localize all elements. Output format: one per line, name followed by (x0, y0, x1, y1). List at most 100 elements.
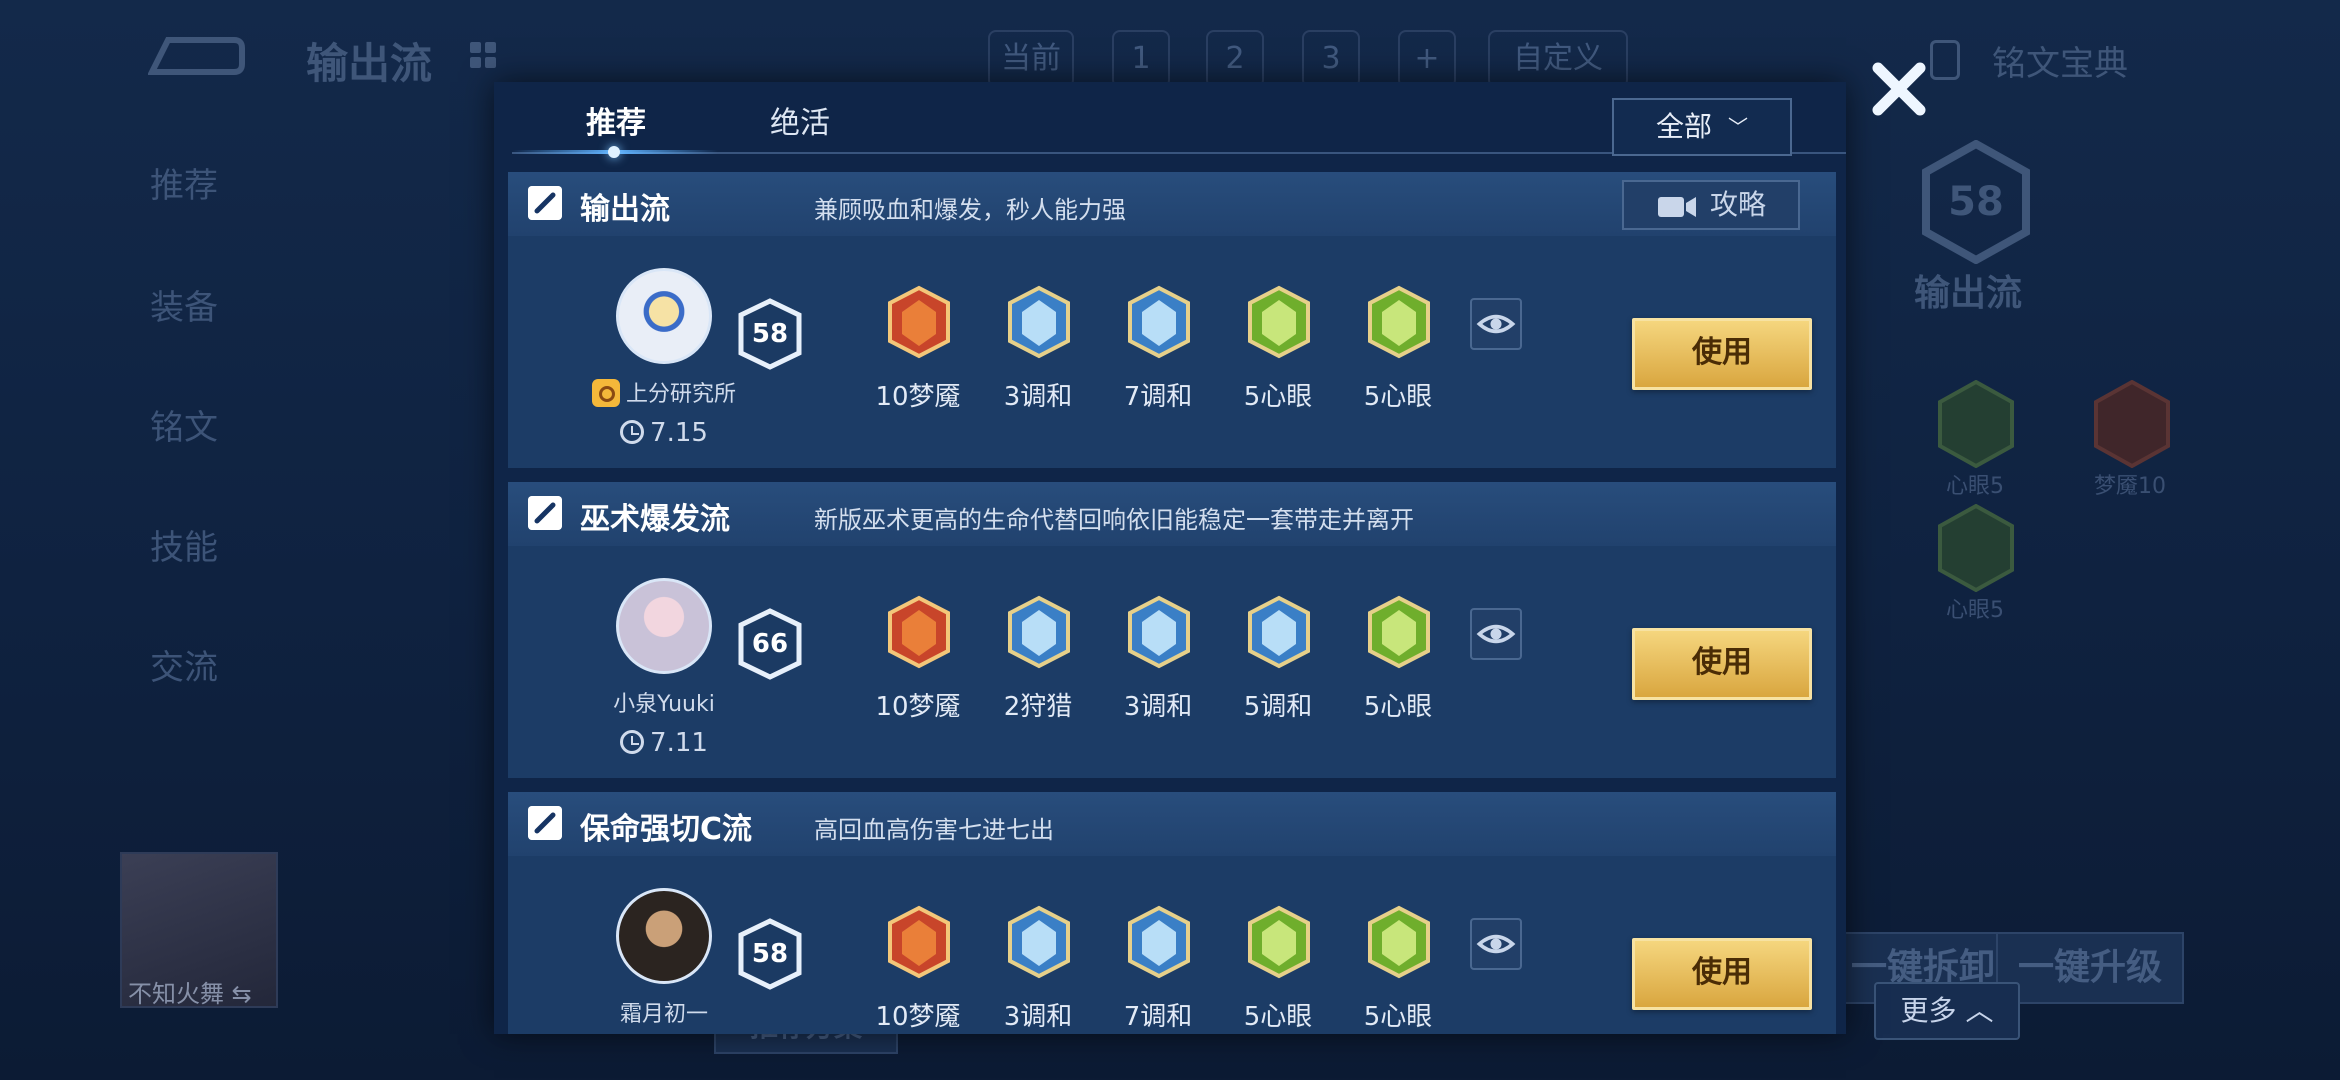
edit-icon (528, 186, 562, 220)
tab-1[interactable]: 1 (1112, 30, 1170, 88)
rune-item[interactable]: 2狩猎 (978, 582, 1098, 772)
plan-description: 兼顾吸血和爆发，秒人能力强 (814, 196, 1126, 224)
author-avatar[interactable] (616, 578, 712, 674)
video-camera-icon (1658, 197, 1696, 217)
use-button[interactable]: 使用 (1632, 628, 1812, 700)
rune-label: 10梦魇 (875, 692, 961, 722)
tab-add[interactable]: + (1398, 30, 1456, 88)
rune-label: 5调和 (1243, 692, 1313, 722)
plan-date: 7.11 (548, 728, 780, 758)
rune-item[interactable]: 5心眼 (1218, 272, 1338, 462)
tab-2[interactable]: 2 (1206, 30, 1264, 88)
page-title: 输出流 (306, 39, 433, 88)
rune-label: 2狩猎 (1003, 692, 1073, 722)
book-icon (1930, 40, 1960, 80)
plan-title: 巫术爆发流 (580, 502, 730, 537)
rune-item[interactable]: 5心眼 (1218, 892, 1338, 1034)
rune-level-badge: 58 (736, 296, 804, 372)
plan-description: 新版巫术更高的生命代替回响依旧能稳定一套带走并离开 (814, 506, 1414, 534)
rune-item[interactable]: 10梦魇 (858, 582, 978, 772)
close-icon[interactable] (1868, 58, 1930, 120)
studio-badge-icon (591, 379, 620, 407)
rune-label: 3调和 (1123, 692, 1193, 722)
rune-label: 10梦魇 (875, 382, 961, 412)
sidebar-item-chat[interactable]: 交流 (150, 640, 218, 689)
guide-button[interactable]: 攻略 (1622, 180, 1800, 230)
rune-item[interactable]: 3调和 (978, 892, 1098, 1034)
level-badge: 58 (1922, 139, 2030, 265)
tab-custom[interactable]: 自定义 (1488, 30, 1628, 88)
red-rune-icon[interactable] (2094, 380, 2170, 468)
preview-eye-icon[interactable] (1470, 608, 1522, 660)
plan-card: 巫术爆发流 新版巫术更高的生命代替回响依旧能稳定一套带走并离开 小泉Yuuki … (508, 482, 1836, 778)
clock-icon (620, 730, 645, 754)
rune-list: 10梦魇 3调和 7调和 5心眼 5心眼 (858, 272, 1484, 462)
rune-item[interactable]: 5心眼 (1338, 272, 1458, 462)
author-avatar[interactable] (616, 268, 712, 364)
rune-item[interactable]: 3调和 (1098, 582, 1218, 772)
back-arrow-icon[interactable] (148, 34, 246, 78)
rune-list: 10梦魇 2狩猎 3调和 5调和 5心眼 (858, 582, 1484, 772)
author-avatar[interactable] (616, 888, 712, 984)
filter-label: 全部 (1655, 110, 1712, 143)
hero-name: 不知火舞 ⇆ (128, 980, 252, 1008)
use-button[interactable]: 使用 (1632, 938, 1812, 1010)
rune-label: 5心眼 (1363, 692, 1433, 722)
more-button[interactable]: 更多 ︿ (1874, 982, 2020, 1040)
plan-card: 输出流 兼顾吸血和爆发，秒人能力强 攻略 上分研究所 7.15 58 10梦魇 (508, 172, 1836, 468)
tab-signature[interactable]: 绝活 (770, 98, 830, 142)
rune-label: 3调和 (1003, 1002, 1073, 1032)
plan-title: 输出流 (580, 192, 670, 227)
author-name: 霜月初一 (619, 1002, 708, 1027)
chevron-down-icon: ﹀ (1728, 115, 1748, 139)
green-rune-icon[interactable] (1938, 380, 2014, 468)
plan-description: 高回血高伤害七进七出 (814, 816, 1054, 844)
rune-item[interactable]: 10梦魇 (858, 892, 978, 1034)
tab-recommend[interactable]: 推荐 (586, 98, 646, 142)
rune-item[interactable]: 7调和 (1098, 892, 1218, 1034)
rune-label: 5心眼 (1363, 1002, 1433, 1032)
rune-item[interactable]: 5心眼 (1338, 892, 1458, 1034)
rune-label: 梦魇10 (2094, 474, 2166, 499)
filter-dropdown[interactable]: 全部 ﹀ (1612, 98, 1792, 156)
rune-label: 3调和 (1003, 382, 1073, 412)
active-tab-dot (608, 146, 620, 158)
rune-item[interactable]: 10梦魇 (858, 272, 978, 462)
rune-label: 心眼5 (1946, 598, 2004, 623)
plan-card: 保命强切C流 高回血高伤害七进七出 霜月初一 58 10梦魇 3调和 7调和 5… (508, 792, 1836, 1034)
rune-label: 10梦魇 (875, 1002, 961, 1032)
edit-icon (528, 806, 562, 840)
rune-item[interactable]: 3调和 (978, 272, 1098, 462)
edit-icon (528, 496, 562, 530)
rune-level-badge: 66 (736, 606, 804, 682)
sidebar-item-recommend[interactable]: 推荐 (150, 158, 218, 207)
rune-guide-link[interactable]: 铭文宝典 (1992, 36, 2128, 85)
rune-item[interactable]: 5心眼 (1338, 582, 1458, 772)
rune-item[interactable]: 7调和 (1098, 272, 1218, 462)
rune-level-badge: 58 (736, 916, 804, 992)
tab-current[interactable]: 当前 (988, 30, 1074, 88)
rune-item[interactable]: 5调和 (1218, 582, 1338, 772)
tab-3[interactable]: 3 (1302, 30, 1360, 88)
preview-eye-icon[interactable] (1470, 918, 1522, 970)
rune-label: 5心眼 (1243, 382, 1313, 412)
guide-label: 攻略 (1710, 188, 1767, 221)
flow-name: 输出流 (1914, 273, 2023, 314)
plan-date: 7.15 (548, 418, 780, 448)
green-rune-icon[interactable] (1938, 504, 2014, 592)
rune-list: 10梦魇 3调和 7调和 5心眼 5心眼 (858, 892, 1484, 1034)
upgrade-all-button[interactable]: 一键升级 (1996, 932, 2184, 1004)
grid-icon[interactable] (470, 42, 496, 68)
rune-label: 心眼5 (1946, 474, 2004, 499)
sidebar-item-runes[interactable]: 铭文 (150, 400, 218, 449)
preview-eye-icon[interactable] (1470, 298, 1522, 350)
plan-title: 保命强切C流 (580, 812, 753, 847)
rune-label: 7调和 (1123, 1002, 1193, 1032)
sidebar-item-equipment[interactable]: 装备 (150, 280, 218, 329)
use-button[interactable]: 使用 (1632, 318, 1812, 390)
rune-label: 7调和 (1123, 382, 1193, 412)
rune-label: 5心眼 (1243, 1002, 1313, 1032)
rune-recommend-dialog: 推荐 绝活 全部 ﹀ 输出流 兼顾吸血和爆发，秒人能力强 攻略 上分研究所 7.… (494, 82, 1846, 1034)
plan-card-header: 保命强切C流 高回血高伤害七进七出 (508, 792, 1836, 856)
sidebar-item-skills[interactable]: 技能 (150, 520, 218, 569)
